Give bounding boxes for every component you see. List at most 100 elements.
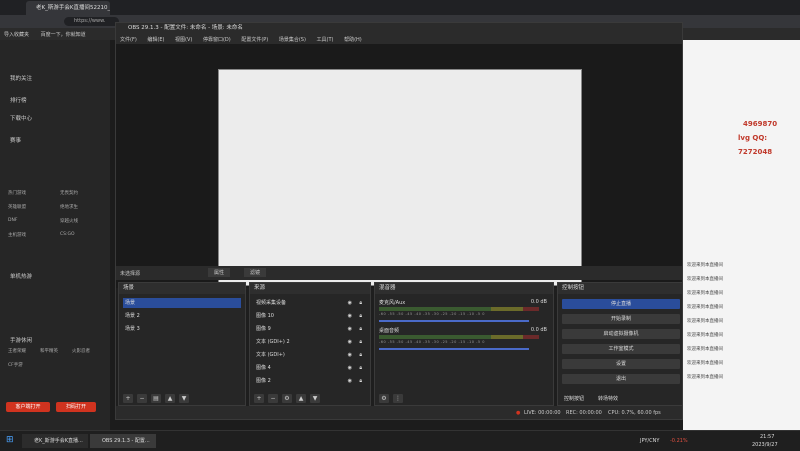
lock-icon[interactable]: 🔒︎	[359, 298, 362, 308]
source-item[interactable]: 文本 (GDI+) 2 ◉ 🔒︎	[254, 337, 366, 347]
scene-item[interactable]: 场景 3	[123, 324, 241, 334]
grid-item[interactable]: 火影忍者	[72, 348, 90, 354]
taskbar-browser[interactable]: 老K_斯游手会K直播...	[22, 434, 88, 448]
grid-item[interactable]: 和平精英	[40, 348, 58, 354]
preview-area[interactable]	[116, 44, 682, 288]
source-label: 图像 9	[256, 326, 271, 332]
eye-icon[interactable]: ◉	[348, 324, 352, 334]
eye-icon[interactable]: ◉	[348, 337, 352, 347]
grid-item[interactable]: 热门游戏	[8, 190, 26, 196]
grid-item[interactable]: 王者荣耀	[8, 348, 26, 354]
grid-item[interactable]: 无畏契约	[60, 190, 78, 196]
nav-ranking[interactable]: 排行榜	[10, 96, 27, 104]
eye-icon[interactable]: ◉	[348, 298, 352, 308]
nav-download[interactable]: 下载中心	[10, 114, 32, 122]
scene-item[interactable]: 场景 2	[123, 311, 241, 321]
virtual-camera-button[interactable]: 启动虚拟摄像机	[562, 329, 680, 339]
sources-dock: 来源 视频采集设备 ◉ 🔒︎ 图像 10 ◉ 🔒︎ 图像 9 ◉ 🔒︎ 文本 (GDI+) …	[249, 282, 371, 406]
studio-mode-button[interactable]: 工作室模式	[562, 344, 680, 354]
menu-scene-collection[interactable]: 场景集合(S)	[279, 36, 306, 43]
filters-button[interactable]: 滤镜	[244, 268, 267, 277]
tab-controls[interactable]: 控制按钮	[564, 395, 584, 402]
lock-icon[interactable]: 🔒︎	[359, 337, 362, 347]
chat-message: 欢迎来到本直播间	[687, 291, 723, 296]
grid-item[interactable]: DNF	[8, 218, 17, 223]
cpu-fps: CPU: 0.7%, 60.00 fps	[608, 410, 661, 416]
lock-icon[interactable]: 🔒︎	[359, 350, 362, 360]
scan-open-button[interactable]: 扫码打开	[56, 402, 96, 412]
bookmark-import[interactable]: 导入收藏夹	[4, 31, 29, 38]
eye-icon[interactable]: ◉	[348, 350, 352, 360]
mobile-header: 手游休闲	[10, 338, 33, 344]
scene-down-button[interactable]: ▼	[179, 394, 189, 403]
grid-item[interactable]: 穿越火线	[60, 218, 78, 224]
exit-button[interactable]: 退出	[562, 374, 680, 384]
mixer-dock: 混音器 麦克风/Aux 0.0 dB -60 -55 -50 -45 -40 -…	[374, 282, 554, 406]
grid-item[interactable]: 英雄联盟	[8, 204, 26, 210]
source-item[interactable]: 图像 9 ◉ 🔒︎	[254, 324, 366, 334]
menu-file[interactable]: 文件(F)	[120, 36, 137, 43]
volume-meter	[379, 307, 539, 311]
eye-icon[interactable]: ◉	[348, 363, 352, 373]
source-label: 图像 2	[256, 378, 271, 384]
volume-slider[interactable]	[379, 320, 529, 322]
scene-item[interactable]: 场景	[123, 298, 241, 308]
scenes-dock: 场景 场景 场景 2 场景 3 + − ▤ ▲ ▼	[118, 282, 246, 406]
eye-icon[interactable]: ◉	[348, 311, 352, 321]
menu-edit[interactable]: 编辑(E)	[147, 36, 164, 43]
source-item[interactable]: 视频采集设备 ◉ 🔒︎	[254, 298, 366, 308]
remove-scene-button[interactable]: −	[137, 394, 147, 403]
mixer-menu-button[interactable]: ⋮	[393, 394, 403, 403]
browser-tab[interactable]: 老K_斯游手会K直播间52210_...	[26, 1, 110, 15]
chat-message: 欢迎来到本直播间	[687, 319, 723, 324]
grid-item[interactable]: 主机游戏	[8, 232, 26, 238]
remove-source-button[interactable]: −	[268, 394, 278, 403]
rec-time: REC: 00:00:00	[566, 410, 602, 416]
clock-date: 2023/9/27	[752, 442, 778, 448]
menu-tools[interactable]: 工具(T)	[317, 36, 334, 43]
eye-icon[interactable]: ◉	[348, 376, 352, 386]
grid-item[interactable]: 绝地求生	[60, 204, 78, 210]
nav-esports[interactable]: 赛事	[10, 136, 21, 144]
menu-docks[interactable]: 停靠窗口(D)	[203, 36, 231, 43]
mixer-channel-db: 0.0 dB	[530, 299, 547, 305]
stop-streaming-button[interactable]: 停止直播	[562, 299, 680, 309]
open-client-button[interactable]: 客户端打开	[6, 402, 50, 412]
source-label: 图像 10	[256, 313, 274, 319]
source-down-button[interactable]: ▼	[310, 394, 320, 403]
obs-statusbar: ● LIVE: 00:00:00 REC: 00:00:00 CPU: 0.7%…	[116, 406, 682, 419]
lock-icon[interactable]: 🔒︎	[359, 311, 362, 321]
lock-icon[interactable]: 🔒︎	[359, 363, 362, 373]
properties-button[interactable]: 属性	[208, 268, 231, 277]
nav-follow[interactable]: 我的关注	[10, 74, 32, 82]
url-bar[interactable]: https://www.	[64, 17, 119, 26]
add-scene-button[interactable]: +	[123, 394, 133, 403]
live-indicator-icon: ●	[516, 410, 521, 416]
grid-item[interactable]: CS:GO	[60, 232, 75, 237]
source-item[interactable]: 文本 (GDI+) ◉ 🔒︎	[254, 350, 366, 360]
source-settings-button[interactable]: ⚙	[282, 394, 292, 403]
mixer-settings-button[interactable]: ⚙	[379, 394, 389, 403]
scene-up-button[interactable]: ▲	[165, 394, 175, 403]
source-item[interactable]: 图像 4 ◉ 🔒︎	[254, 363, 366, 373]
windows-icon[interactable]: ⊞	[6, 435, 14, 445]
volume-slider[interactable]	[379, 348, 529, 350]
taskbar-obs[interactable]: OBS 29.1.3 - 配置...	[90, 434, 156, 448]
grid-item[interactable]: CF手游	[8, 362, 23, 368]
source-item[interactable]: 图像 2 ◉ 🔒︎	[254, 376, 366, 386]
add-source-button[interactable]: +	[254, 394, 264, 403]
menu-help[interactable]: 帮助(H)	[344, 36, 362, 43]
bookmark-baidu[interactable]: 百度一下，你就知道	[41, 31, 86, 38]
scene-filters-button[interactable]: ▤	[151, 394, 161, 403]
settings-button[interactable]: 设置	[562, 359, 680, 369]
source-up-button[interactable]: ▲	[296, 394, 306, 403]
start-recording-button[interactable]: 开始录制	[562, 314, 680, 324]
lock-icon[interactable]: 🔒︎	[359, 376, 362, 386]
tab-transitions[interactable]: 转场特效	[598, 395, 618, 402]
meter-ticks: -60 -55 -50 -45 -40 -35 -30 -25 -20 -15 …	[379, 312, 485, 316]
menu-view[interactable]: 视图(V)	[175, 36, 192, 43]
menu-profile[interactable]: 配置文件(P)	[241, 36, 268, 43]
source-item[interactable]: 图像 10 ◉ 🔒︎	[254, 311, 366, 321]
lock-icon[interactable]: 🔒︎	[359, 324, 362, 334]
meter-ticks: -60 -55 -50 -45 -40 -35 -30 -25 -20 -15 …	[379, 340, 485, 344]
